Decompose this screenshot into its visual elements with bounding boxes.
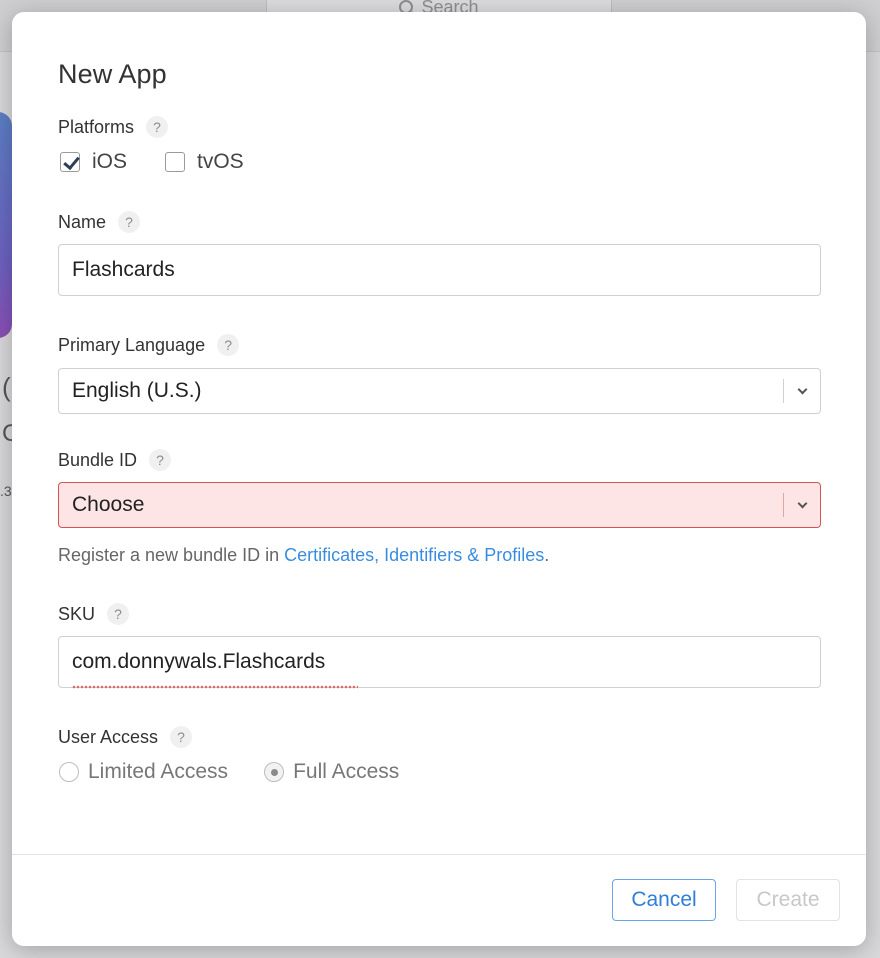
platform-ios-option[interactable]: iOS: [60, 150, 127, 174]
platform-tvos-option[interactable]: tvOS: [165, 150, 244, 174]
primary-language-label-row: Primary Language ?: [58, 334, 240, 356]
footer-divider: [12, 854, 866, 855]
primary-language-help-icon[interactable]: ?: [217, 334, 240, 356]
user-access-help-icon[interactable]: ?: [170, 726, 193, 748]
bundle-id-select[interactable]: Choose: [58, 482, 821, 528]
limited-access-radio[interactable]: [59, 762, 79, 782]
tvos-label: tvOS: [197, 150, 244, 173]
create-button[interactable]: Create: [736, 879, 840, 921]
name-label: Name: [58, 211, 107, 232]
full-access-option[interactable]: Full Access: [264, 760, 399, 784]
chevron-down-icon: [784, 384, 820, 394]
bundle-id-hint: Register a new bundle ID in Certificates…: [58, 545, 549, 566]
spellcheck-underline: [72, 685, 358, 689]
bundle-id-hint-text: Register a new bundle ID in: [58, 545, 285, 565]
bundle-id-hint-suffix: .: [544, 545, 550, 565]
sku-label: SKU: [58, 603, 96, 624]
background-text-fragment: (: [2, 372, 11, 402]
bundle-id-label: Bundle ID: [58, 449, 138, 470]
full-access-radio[interactable]: [264, 762, 285, 782]
bundle-id-help-icon[interactable]: ?: [149, 449, 172, 471]
bundle-id-label-row: Bundle ID ?: [58, 449, 172, 471]
user-access-label-row: User Access ?: [58, 726, 193, 748]
name-input[interactable]: [58, 244, 821, 296]
limited-access-option[interactable]: Limited Access: [59, 760, 228, 784]
sku-help-icon[interactable]: ?: [107, 603, 130, 625]
chevron-down-icon: [784, 498, 820, 508]
ios-checkbox[interactable]: [60, 152, 80, 172]
certificates-link[interactable]: Certificates, Identifiers & Profiles: [284, 545, 544, 565]
limited-access-label: Limited Access: [88, 760, 229, 783]
dialog-title: New App: [58, 59, 167, 89]
ios-label: iOS: [92, 150, 128, 173]
primary-language-label: Primary Language: [58, 334, 206, 355]
platforms-options: iOS tvOS: [60, 150, 244, 174]
tvos-checkbox[interactable]: [165, 152, 186, 172]
platforms-label-row: Platforms ?: [58, 116, 169, 138]
cancel-button[interactable]: Cancel: [612, 879, 716, 921]
platforms-label: Platforms: [58, 116, 135, 137]
new-app-dialog: New App Platforms ? iOS tvOS Name ? Prim…: [12, 12, 866, 946]
user-access-label: User Access: [58, 726, 159, 747]
bundle-id-value: Choose: [72, 493, 145, 516]
background-text-fragment: .3: [0, 483, 12, 499]
sku-input[interactable]: [58, 636, 821, 688]
background-app-icon: [0, 112, 12, 338]
name-help-icon[interactable]: ?: [118, 211, 141, 233]
primary-language-select[interactable]: English (U.S.): [58, 368, 821, 414]
user-access-options: Limited Access Full Access: [59, 760, 399, 784]
name-label-row: Name ?: [58, 211, 141, 233]
platforms-help-icon[interactable]: ?: [146, 116, 169, 138]
sku-label-row: SKU ?: [58, 603, 130, 625]
primary-language-value: English (U.S.): [72, 379, 202, 402]
full-access-label: Full Access: [293, 760, 400, 783]
